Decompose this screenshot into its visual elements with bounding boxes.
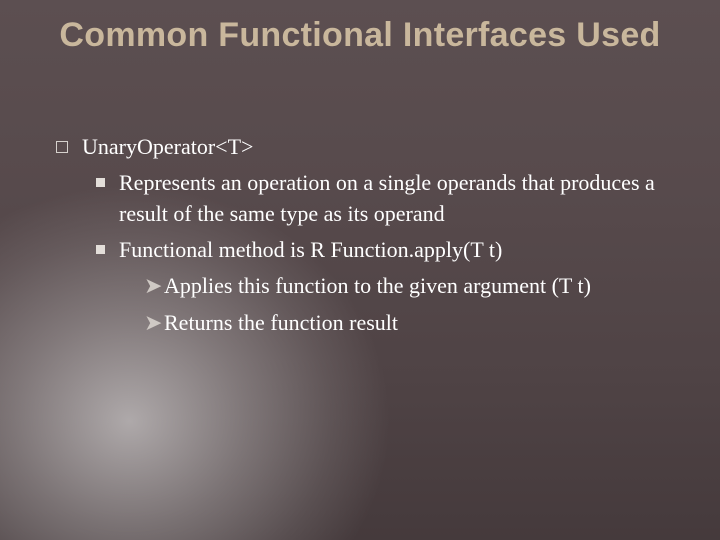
bullet-text: Functional method is R Function.apply(T … bbox=[119, 235, 680, 265]
bullet-arrow-icon: ➤ bbox=[144, 271, 158, 301]
slide-title: Common Functional Interfaces Used bbox=[0, 16, 720, 55]
list-item: Functional method is R Function.apply(T … bbox=[96, 235, 680, 265]
slide-body: UnaryOperator<T> Represents an operation… bbox=[56, 132, 680, 338]
list-item: Represents an operation on a single oper… bbox=[96, 168, 680, 229]
bullet-square-solid-icon bbox=[96, 178, 105, 187]
bullet-square-outline-icon bbox=[56, 141, 68, 153]
bullet-text: Applies this function to the given argum… bbox=[164, 271, 680, 301]
bullet-text: UnaryOperator<T> bbox=[82, 132, 680, 162]
list-item: UnaryOperator<T> bbox=[56, 132, 680, 162]
bullet-text: Represents an operation on a single oper… bbox=[119, 168, 680, 229]
bullet-square-solid-icon bbox=[96, 245, 105, 254]
bullet-arrow-icon: ➤ bbox=[144, 308, 158, 338]
list-item: ➤ Applies this function to the given arg… bbox=[144, 271, 680, 301]
list-item: ➤ Returns the function result bbox=[144, 308, 680, 338]
slide: Common Functional Interfaces Used UnaryO… bbox=[0, 0, 720, 540]
bullet-text: Returns the function result bbox=[164, 308, 680, 338]
